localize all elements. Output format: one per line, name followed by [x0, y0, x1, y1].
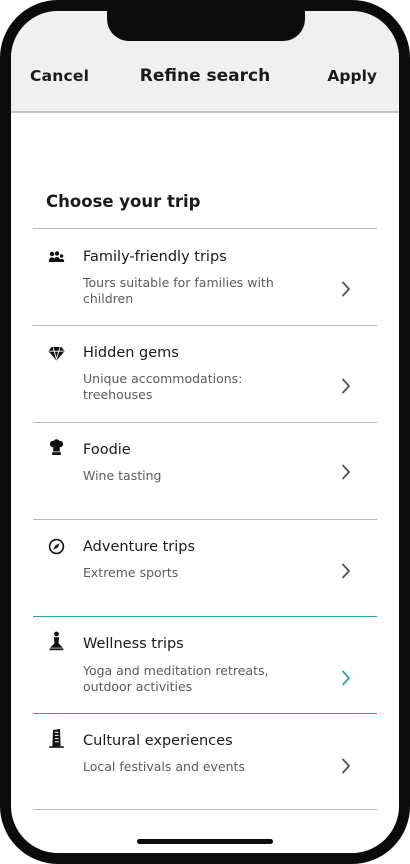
chevron-right-icon	[342, 378, 350, 394]
chevron-right-icon	[342, 464, 350, 480]
phone-frame: Cancel Refine search Apply Choose your t…	[0, 0, 410, 864]
trip-description: Wine tasting	[83, 468, 162, 483]
section-title: Choose your trip	[46, 192, 201, 211]
trip-title: Foodie	[83, 442, 131, 458]
apply-button[interactable]: Apply	[327, 67, 377, 85]
chevron-right-icon	[342, 670, 350, 686]
chevron-right-icon	[342, 281, 350, 297]
trip-row-cultural[interactable]: Cultural experiences Local festivals and…	[33, 714, 377, 810]
yoga-icon	[49, 631, 64, 651]
trip-title: Adventure trips	[83, 539, 196, 555]
trip-description: Extreme sports	[83, 565, 179, 580]
family-icon	[48, 251, 65, 262]
trip-description: Unique accommodations: treehouses	[83, 371, 243, 402]
trip-row-adventure[interactable]: Adventure trips Extreme sports	[33, 520, 377, 617]
trip-title: Cultural experiences	[83, 733, 233, 749]
home-indicator[interactable]	[137, 839, 273, 844]
gem-icon	[48, 347, 65, 361]
notch	[107, 11, 305, 41]
trip-row-family-friendly[interactable]: Family-friendly trips Tours suitable for…	[33, 229, 377, 326]
trip-row-foodie[interactable]: Foodie Wine tasting	[33, 423, 377, 520]
trip-description: Yoga and meditation retreats, outdoor ac…	[83, 663, 269, 694]
trip-description: Tours suitable for families with childre…	[83, 275, 274, 306]
trip-description: Local festivals and events	[83, 759, 245, 774]
trip-row-hidden-gems[interactable]: Hidden gems Unique accommodations: treeh…	[33, 326, 377, 423]
trip-row-wellness[interactable]: Wellness trips Yoga and meditation retre…	[33, 617, 377, 714]
trip-title: Hidden gems	[83, 345, 179, 361]
trip-title: Family-friendly trips	[83, 249, 227, 265]
landmark-tower-icon	[49, 729, 64, 748]
chevron-right-icon	[342, 563, 350, 579]
trip-list: Family-friendly trips Tours suitable for…	[33, 229, 377, 810]
chef-hat-icon	[49, 439, 64, 455]
trip-title: Wellness trips	[83, 636, 184, 652]
compass-icon	[48, 538, 65, 555]
chevron-right-icon	[342, 758, 350, 774]
